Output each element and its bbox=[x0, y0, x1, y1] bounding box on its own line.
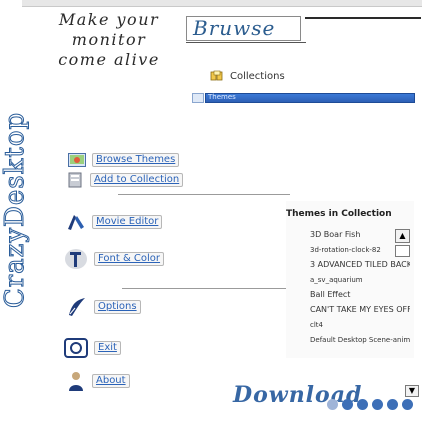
font-color-icon bbox=[65, 249, 87, 269]
themes-tab[interactable]: Themes bbox=[205, 93, 415, 103]
options-icon bbox=[69, 298, 85, 316]
app-window: { "brand": { "vertical_text": "CrazyDesk… bbox=[0, 0, 422, 423]
watermark-dots bbox=[327, 399, 413, 410]
collections-title: Collections bbox=[210, 70, 285, 82]
browse-themes-label: Browse Themes bbox=[96, 154, 176, 165]
window-top-bar bbox=[22, 0, 422, 7]
list-item[interactable]: a_sv_aquarium bbox=[290, 273, 410, 288]
exit-button[interactable]: Exit bbox=[94, 341, 121, 355]
list-item[interactable]: 3d-rotation-clock-82 bbox=[290, 243, 410, 258]
themes-list[interactable]: 3D Boar Fish 3d-rotation-clock-82 3 ADVA… bbox=[290, 228, 410, 348]
menu-separator-2 bbox=[122, 288, 299, 289]
about-icon bbox=[69, 372, 83, 391]
exit-icon bbox=[64, 338, 88, 358]
list-item[interactable]: clt4 bbox=[290, 318, 410, 333]
add-to-collection-button[interactable]: Add to Collection bbox=[90, 173, 184, 187]
options-label: Options bbox=[98, 301, 137, 312]
movie-editor-item[interactable]: Movie Editor bbox=[66, 213, 163, 231]
options-item[interactable]: Options bbox=[66, 296, 141, 318]
browse-themes-icon bbox=[68, 153, 86, 167]
dot-icon bbox=[342, 399, 353, 410]
scroll-down-button[interactable]: ▼ bbox=[405, 385, 419, 397]
browse-themes-item[interactable]: Browse Themes bbox=[68, 153, 180, 167]
add-to-collection-item[interactable]: Add to Collection bbox=[68, 172, 184, 188]
scroll-thumb[interactable] bbox=[395, 245, 410, 257]
list-item[interactable]: 3D Boar Fish bbox=[290, 228, 410, 243]
dot-icon bbox=[387, 399, 398, 410]
collections-icon bbox=[210, 70, 223, 81]
font-color-item[interactable]: Font & Color bbox=[64, 248, 165, 270]
movie-editor-icon bbox=[68, 215, 84, 230]
collections-label: Collections bbox=[230, 70, 285, 82]
about-item[interactable]: About bbox=[66, 370, 130, 392]
font-color-label: Font & Color bbox=[98, 253, 161, 264]
vertical-brand-text: CrazyDesktop bbox=[0, 111, 31, 309]
themes-panel-header: Themes in Collection bbox=[286, 209, 392, 219]
dot-icon bbox=[372, 399, 383, 410]
about-label: About bbox=[96, 375, 126, 386]
exit-label: Exit bbox=[98, 342, 117, 353]
tagline-line-2: monitor bbox=[71, 30, 147, 49]
menu-separator bbox=[118, 194, 290, 195]
list-item[interactable]: Default Desktop Scene-animation bbox=[290, 333, 410, 348]
logo-line bbox=[305, 17, 421, 19]
browse-themes-button[interactable]: Browse Themes bbox=[92, 153, 180, 167]
about-button[interactable]: About bbox=[92, 374, 130, 388]
tagline-line-3: come alive bbox=[58, 50, 160, 69]
list-item[interactable]: Ball Effect bbox=[290, 288, 410, 303]
themes-tab-label: Themes bbox=[208, 93, 236, 101]
movie-editor-label: Movie Editor bbox=[96, 216, 159, 227]
list-item[interactable]: CAN'T TAKE MY EYES OFF OF bbox=[290, 303, 410, 318]
collection-tab-handle[interactable] bbox=[192, 93, 204, 103]
list-item[interactable]: 3 ADVANCED TILED BACKGRC bbox=[290, 258, 410, 273]
add-collection-icon bbox=[68, 172, 82, 188]
add-to-collection-label: Add to Collection bbox=[94, 174, 180, 185]
movie-editor-button[interactable]: Movie Editor bbox=[92, 215, 163, 229]
dot-icon bbox=[327, 399, 338, 410]
logo-underline bbox=[186, 42, 306, 43]
font-color-button[interactable]: Font & Color bbox=[94, 252, 165, 266]
scroll-up-button[interactable]: ▲ bbox=[395, 229, 410, 243]
browse-logo: Bruwse bbox=[186, 16, 301, 41]
options-button[interactable]: Options bbox=[94, 300, 141, 314]
exit-item[interactable]: Exit bbox=[64, 338, 121, 358]
tagline: Make your monitor come alive bbox=[34, 10, 184, 70]
tagline-line-1: Make your bbox=[58, 10, 160, 29]
dot-icon bbox=[357, 399, 368, 410]
dot-icon bbox=[402, 399, 413, 410]
